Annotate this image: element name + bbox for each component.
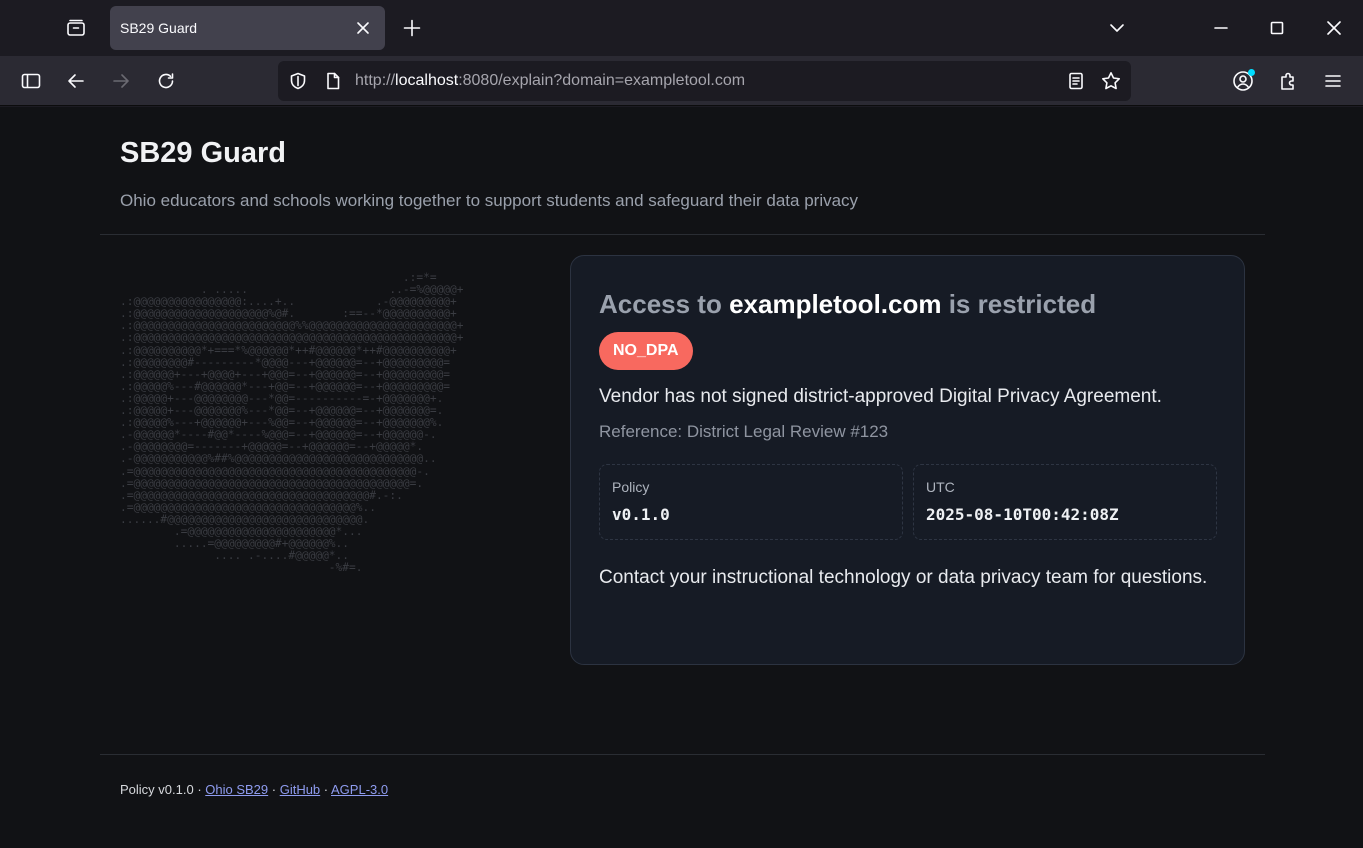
tab-title: SB29 Guard bbox=[120, 20, 198, 36]
ohio-ascii-art: .:=*= . ..... ..-=%@@@@@+ .:@@@@@@@@@@@@… bbox=[120, 272, 464, 575]
tracking-protection-button[interactable] bbox=[286, 69, 310, 93]
window-close-icon bbox=[1327, 21, 1341, 35]
tab-list-icon bbox=[67, 19, 85, 36]
github-link[interactable]: GitHub bbox=[280, 782, 320, 797]
star-icon bbox=[1102, 72, 1120, 90]
utc-label: UTC bbox=[926, 479, 955, 495]
forward-icon bbox=[113, 74, 129, 88]
tab-list-button[interactable] bbox=[56, 8, 96, 48]
restriction-reason: Vendor has not signed district-approved … bbox=[599, 386, 1162, 407]
plus-icon bbox=[403, 19, 421, 37]
close-icon bbox=[357, 22, 369, 34]
reader-view-icon bbox=[1069, 72, 1083, 90]
reload-button[interactable] bbox=[149, 64, 183, 98]
page-title: SB29 Guard bbox=[120, 137, 286, 169]
license-link[interactable]: AGPL-3.0 bbox=[331, 782, 388, 797]
sidebar-button[interactable] bbox=[14, 64, 48, 98]
restricted-domain: exampletool.com bbox=[729, 289, 942, 319]
browser-tab[interactable]: SB29 Guard bbox=[110, 6, 385, 50]
page-content: SB29 Guard Ohio educators and schools wo… bbox=[0, 107, 1363, 848]
policy-label: Policy bbox=[612, 479, 650, 495]
account-button[interactable] bbox=[1226, 64, 1260, 98]
forward-button[interactable] bbox=[104, 64, 138, 98]
site-info-button[interactable] bbox=[321, 69, 345, 93]
restriction-heading: Access to exampletool.com is restricted bbox=[599, 289, 1097, 319]
footer-divider bbox=[100, 754, 1265, 755]
extensions-button[interactable] bbox=[1271, 64, 1305, 98]
back-icon bbox=[68, 74, 84, 88]
restriction-card: Access to exampletool.com is restricted … bbox=[570, 255, 1245, 665]
page-icon bbox=[327, 72, 340, 90]
notification-dot bbox=[1248, 69, 1255, 76]
back-button[interactable] bbox=[59, 64, 93, 98]
contact-message: Contact your instructional technology or… bbox=[599, 567, 1208, 588]
list-all-tabs-button[interactable] bbox=[1101, 12, 1133, 44]
bookmark-button[interactable] bbox=[1099, 69, 1123, 93]
footer: Policy v0.1.0 · Ohio SB29 · GitHub · AGP… bbox=[120, 782, 389, 797]
footer-policy-text: Policy v0.1.0 · bbox=[120, 782, 206, 797]
shield-icon bbox=[290, 72, 306, 90]
tab-close-button[interactable] bbox=[349, 14, 377, 42]
maximize-button[interactable] bbox=[1249, 0, 1305, 56]
utc-value: 2025-08-10T00:42:08Z bbox=[926, 505, 1119, 524]
browser-titlebar: SB29 Guard bbox=[0, 0, 1363, 56]
maximize-icon bbox=[1270, 21, 1284, 35]
new-tab-button[interactable] bbox=[396, 12, 428, 44]
utc-meta-box: UTC 2025-08-10T00:42:08Z bbox=[913, 464, 1217, 540]
sidebar-icon bbox=[21, 73, 41, 89]
menu-icon bbox=[1325, 75, 1341, 87]
reader-view-button[interactable] bbox=[1064, 69, 1088, 93]
header-divider bbox=[100, 234, 1265, 235]
policy-value: v0.1.0 bbox=[612, 505, 670, 524]
minimize-button[interactable] bbox=[1193, 0, 1249, 56]
minimize-icon bbox=[1214, 27, 1228, 29]
app-menu-button[interactable] bbox=[1316, 64, 1350, 98]
ohio-sb29-link[interactable]: Ohio SB29 bbox=[205, 782, 268, 797]
url-bar[interactable]: http://localhost:8080/explain?domain=exa… bbox=[278, 61, 1131, 101]
restriction-reference: Reference: District Legal Review #123 bbox=[599, 422, 889, 441]
extensions-icon bbox=[1281, 72, 1294, 90]
page-subtitle: Ohio educators and schools working toget… bbox=[120, 191, 859, 210]
url-text[interactable]: http://localhost:8080/explain?domain=exa… bbox=[355, 72, 745, 90]
reload-icon bbox=[158, 73, 174, 89]
chevron-down-icon bbox=[1110, 24, 1124, 32]
status-badge: NO_DPA bbox=[599, 332, 693, 370]
window-close-button[interactable] bbox=[1306, 0, 1362, 56]
browser-toolbar: http://localhost:8080/explain?domain=exa… bbox=[0, 56, 1363, 106]
policy-meta-box: Policy v0.1.0 bbox=[599, 464, 903, 540]
